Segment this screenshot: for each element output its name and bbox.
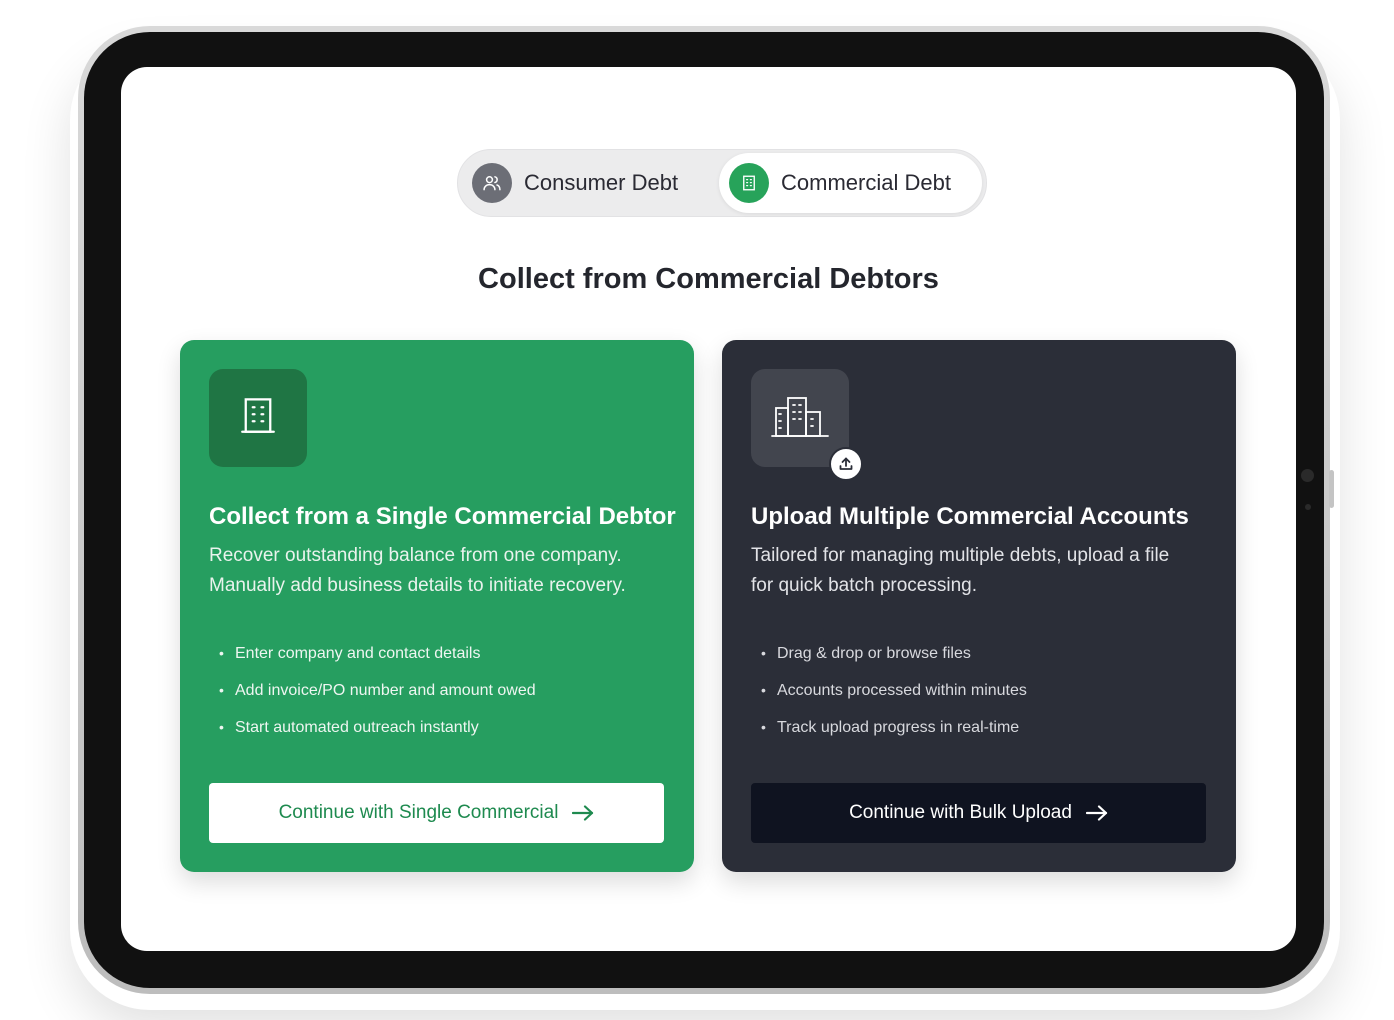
single-card-desc-line: Recover outstanding balance from one com… xyxy=(209,545,622,566)
toggle-consumer-debt[interactable]: Consumer Debt xyxy=(462,153,719,213)
single-commercial-card: Collect from a Single Commercial Debtor … xyxy=(180,340,694,872)
bulk-card-desc-line: for quick batch processing. xyxy=(751,575,978,596)
buildings-icon xyxy=(770,394,830,443)
list-item: • Start automated outreach instantly xyxy=(219,709,665,746)
toggle-commercial-debt[interactable]: Commercial Debt xyxy=(719,153,982,213)
bulk-card-icon-tile xyxy=(751,369,863,481)
consumer-debt-label: Consumer Debt xyxy=(524,170,679,195)
app-screen: Consumer Debt Commercial Debt Collect fr… xyxy=(121,67,1296,951)
arrow-right-icon xyxy=(572,805,594,821)
continue-bulk-upload-button[interactable]: Continue with Bulk Upload xyxy=(751,783,1206,843)
commercial-debt-label: Commercial Debt xyxy=(781,170,951,195)
bulk-card-feature-list: • Drag & drop or browse files • Accounts p… xyxy=(751,635,1207,746)
bulk-card-desc-line: Tailored for managing multiple debts, up… xyxy=(751,545,1170,566)
page-title: Collect from Commercial Debtors xyxy=(478,263,939,295)
list-item: • Track upload progress in real-time xyxy=(761,709,1207,746)
debt-type-toggle: Consumer Debt Commercial Debt xyxy=(457,149,987,217)
bullet-dot: • xyxy=(219,682,224,698)
upload-icon xyxy=(829,447,863,481)
feature-text: Enter company and contact details xyxy=(235,645,481,662)
single-card-description: Recover outstanding balance from one com… xyxy=(209,541,665,601)
single-card-title: Collect from a Single Commercial Debtor xyxy=(209,503,676,530)
continue-single-commercial-button[interactable]: Continue with Single Commercial xyxy=(209,783,664,843)
building-icon xyxy=(237,395,279,442)
list-item: • Enter company and contact details xyxy=(219,635,665,672)
continue-single-label: Continue with Single Commercial xyxy=(278,802,559,823)
single-card-desc-line: Manually add business details to initiat… xyxy=(209,575,626,596)
bullet-dot: • xyxy=(761,682,766,698)
sensor-dot xyxy=(1305,504,1311,510)
list-item: • Drag & drop or browse files xyxy=(761,635,1207,672)
tablet-side-button xyxy=(1329,470,1334,508)
feature-text: Start automated outreach instantly xyxy=(235,719,479,736)
bulk-card-description: Tailored for managing multiple debts, up… xyxy=(751,541,1207,601)
bulk-upload-card: Upload Multiple Commercial Accounts Tail… xyxy=(722,340,1236,872)
camera-dot xyxy=(1301,469,1314,482)
bullet-dot: • xyxy=(219,719,224,735)
building-icon xyxy=(729,163,770,203)
feature-text: Track upload progress in real-time xyxy=(777,719,1020,736)
single-card-feature-list: • Enter company and contact details • Add … xyxy=(209,635,665,746)
list-item: • Accounts processed within minutes xyxy=(761,672,1207,709)
bullet-dot: • xyxy=(219,645,224,661)
feature-text: Accounts processed within minutes xyxy=(777,682,1027,699)
list-item: • Add invoice/PO number and amount owed xyxy=(219,672,665,709)
bullet-dot: • xyxy=(761,645,766,661)
bulk-card-title: Upload Multiple Commercial Accounts xyxy=(751,503,1189,530)
single-card-icon-tile xyxy=(209,369,307,467)
bullet-dot: • xyxy=(761,719,766,735)
continue-bulk-label: Continue with Bulk Upload xyxy=(849,802,1072,823)
arrow-right-icon xyxy=(1085,805,1108,821)
feature-text: Drag & drop or browse files xyxy=(777,645,971,662)
feature-text: Add invoice/PO number and amount owed xyxy=(235,682,536,699)
users-icon xyxy=(472,163,512,203)
